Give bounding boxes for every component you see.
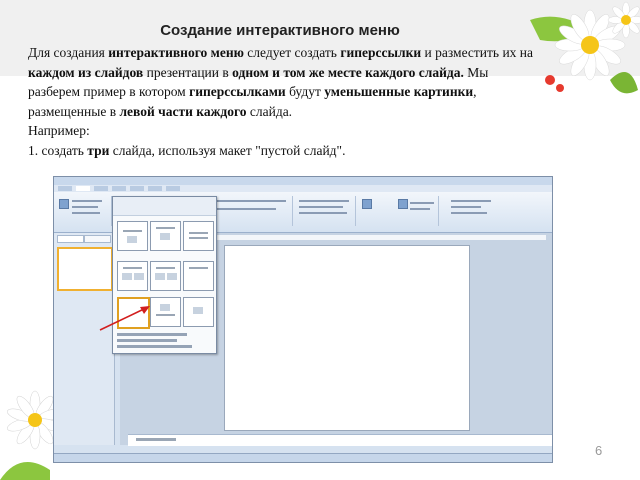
tab-outline[interactable] <box>84 235 111 243</box>
taskbar <box>54 453 552 462</box>
layout-menu-header <box>113 197 216 216</box>
ppt-title-bar <box>54 177 552 185</box>
ribbon-tab[interactable] <box>76 186 90 191</box>
slide-thumbnail[interactable] <box>57 247 113 291</box>
page-title: Создание интерактивного меню <box>160 22 400 39</box>
layout-option[interactable] <box>183 297 214 327</box>
blank-slide[interactable] <box>224 245 470 431</box>
notes-pane[interactable] <box>128 434 552 446</box>
ribbon-tab[interactable] <box>166 186 180 191</box>
intro-paragraph: Для создания интерактивного меню следует… <box>28 45 534 119</box>
ribbon-tab[interactable] <box>112 186 126 191</box>
example-label: Например: <box>28 123 90 138</box>
tab-slides[interactable] <box>57 235 84 243</box>
ribbon-group-editing <box>441 196 541 226</box>
layout-option[interactable] <box>183 221 214 251</box>
menu-item[interactable] <box>117 345 192 348</box>
layout-option[interactable] <box>150 221 181 251</box>
ribbon-tab[interactable] <box>94 186 108 191</box>
ribbon-group-paragraph <box>295 196 356 226</box>
ppt-ribbon-tabs <box>54 185 552 192</box>
layout-option[interactable] <box>117 261 148 291</box>
red-arrow-icon <box>99 306 150 331</box>
layout-option[interactable] <box>183 261 214 291</box>
ribbon-tab[interactable] <box>58 186 72 191</box>
page-number: 6 <box>595 443 603 458</box>
ribbon-group-drawing <box>358 196 439 226</box>
layout-option[interactable] <box>117 221 148 251</box>
arrange-icon[interactable] <box>398 199 408 209</box>
layout-option[interactable] <box>150 261 181 291</box>
body-text: Для создания интерактивного меню следует… <box>28 43 533 160</box>
shapes-icon[interactable] <box>362 199 372 209</box>
step-one: 1. создать три слайда, используя макет "… <box>28 142 346 158</box>
ribbon-group-clipboard <box>56 196 112 226</box>
daisy-bouquet-icon <box>530 1 640 94</box>
ribbon-tab[interactable] <box>148 186 162 191</box>
paste-icon[interactable] <box>59 199 69 209</box>
ribbon-tab[interactable] <box>130 186 144 191</box>
ribbon-group-font <box>212 196 293 226</box>
